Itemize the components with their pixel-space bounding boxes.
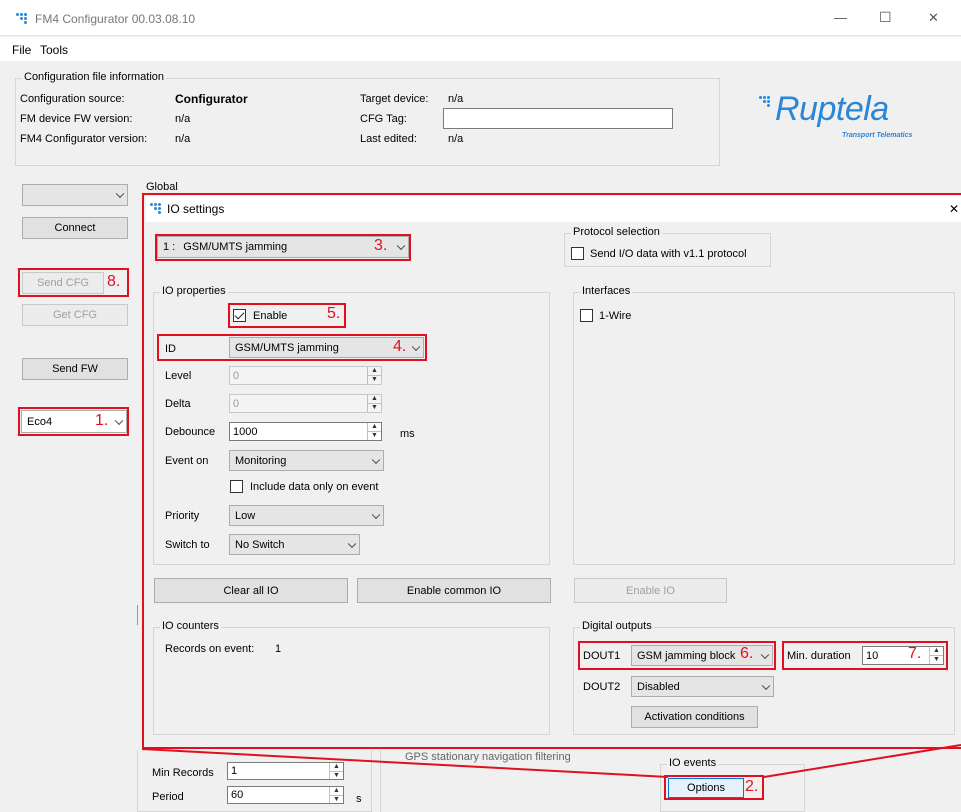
annotation-number-8: 8. [107,273,121,290]
annotation-number-7: 7. [908,645,922,662]
callout-line-right [763,744,961,778]
annotation-box-4 [157,334,427,361]
annotation-callout-lines [141,744,961,778]
annotation-number-2: 2. [745,778,759,795]
annotation-number-3: 3. [374,237,388,254]
annotation-box-7 [782,641,948,670]
annotation-box-3 [155,234,411,261]
annotation-number-5: 5. [327,305,341,322]
annotation-number-4: 4. [393,338,407,355]
callout-line-left [141,748,669,778]
annotation-box-1 [18,407,129,436]
annotation-number-1: 1. [95,412,109,429]
annotation-number-6: 6. [740,645,754,662]
